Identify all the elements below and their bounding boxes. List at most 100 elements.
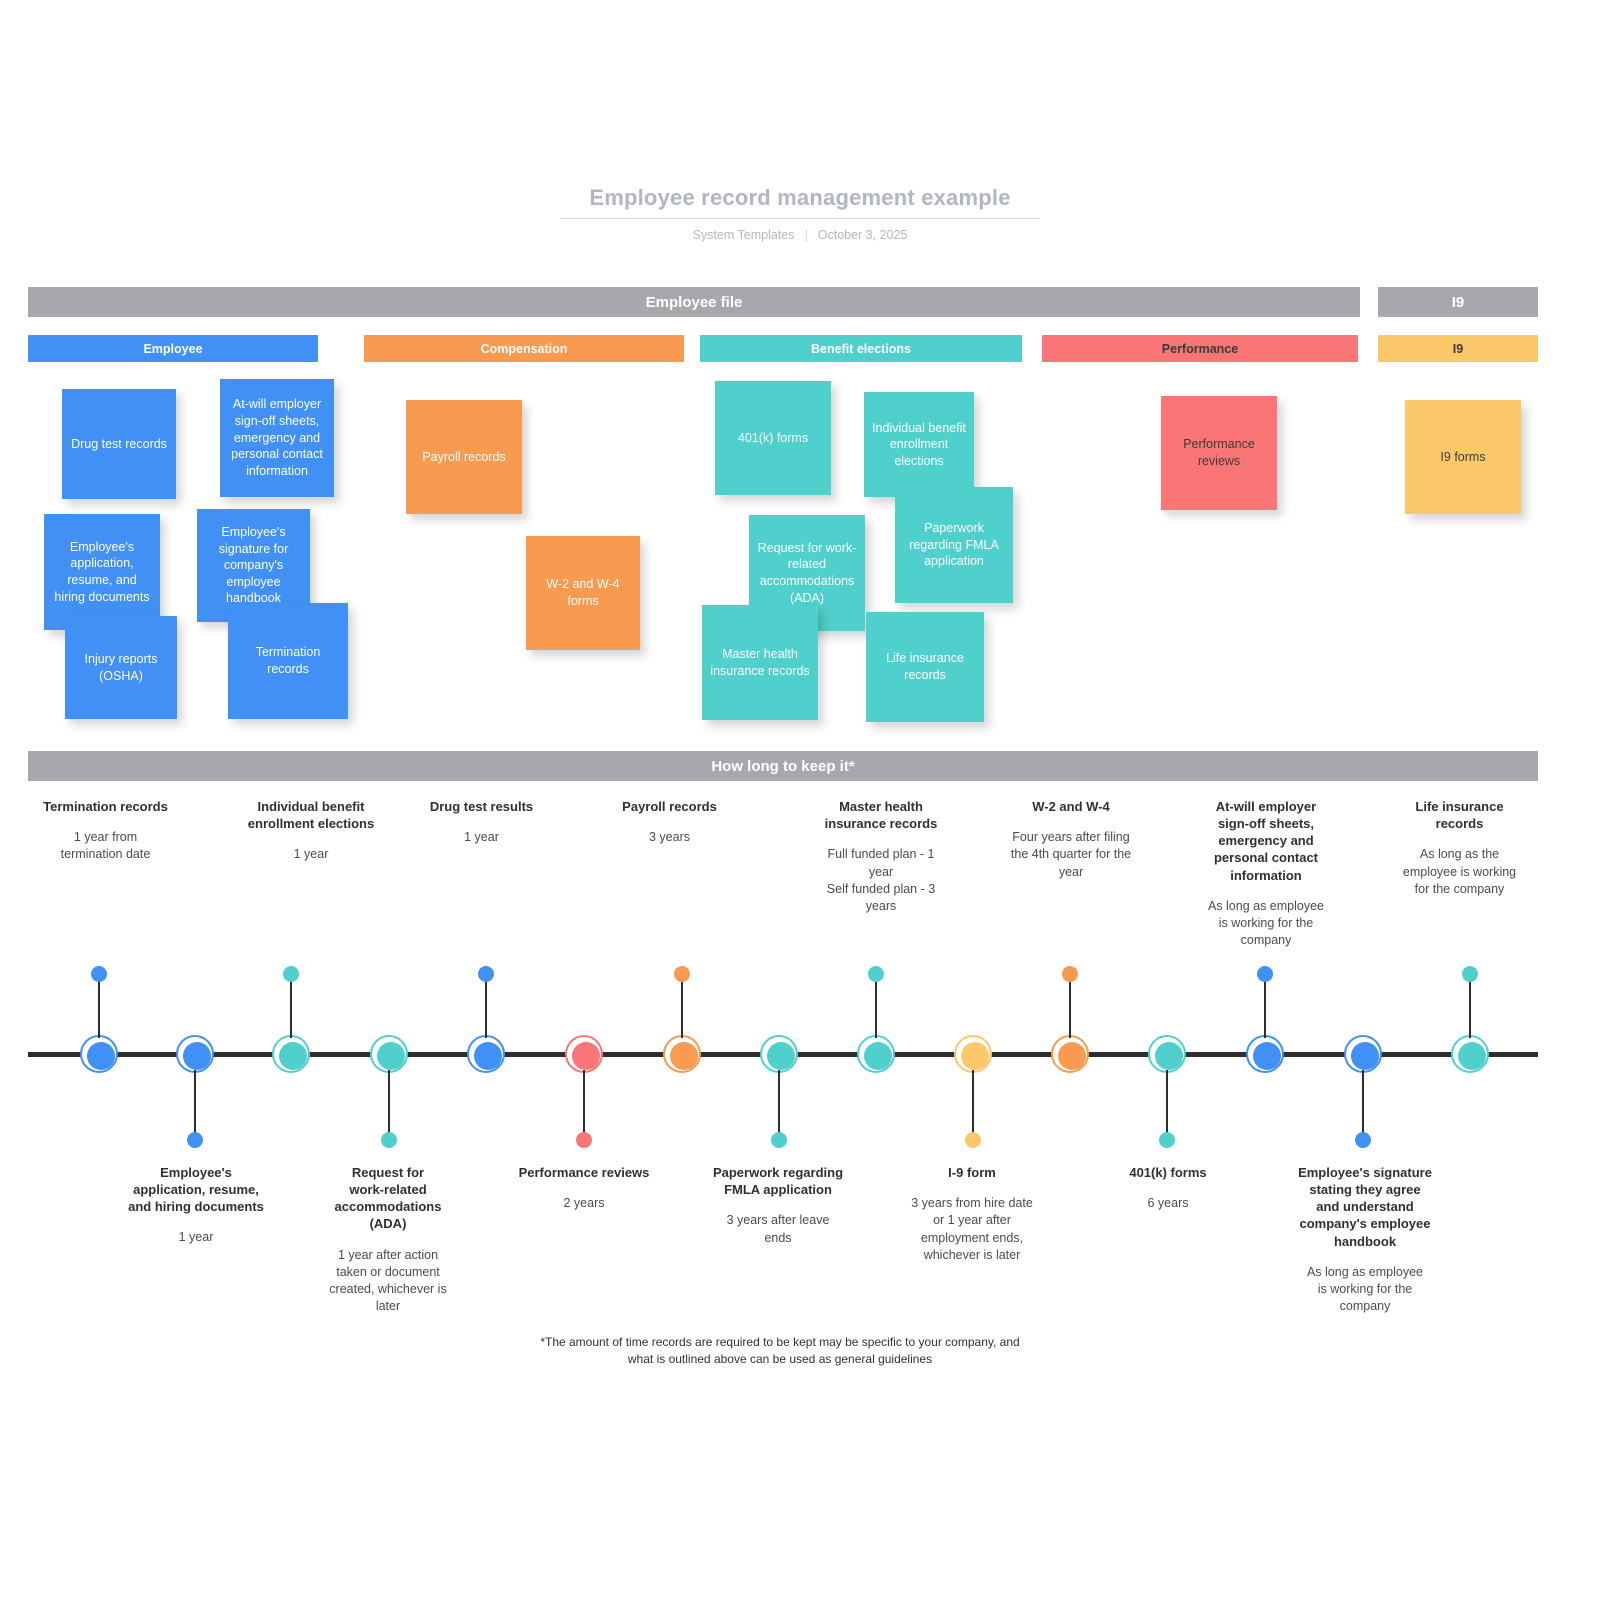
- author-label: System Templates: [692, 228, 795, 242]
- retention-item-title: Individual benefit enrollment elections: [247, 799, 375, 832]
- retention-item-duration: 6 years: [1147, 1196, 1189, 1211]
- timeline-marker[interactable]: [1148, 1035, 1186, 1073]
- timeline-connector: [681, 980, 683, 1038]
- retention-item-title: Payroll records: [622, 799, 717, 814]
- sticky-note[interactable]: W-2 and W-4 forms: [526, 536, 640, 650]
- timeline-marker-core: [279, 1042, 307, 1070]
- retention-item: Performance reviews 2 years: [496, 1164, 672, 1212]
- timeline-connector: [1069, 980, 1071, 1038]
- title-subline: System Templates | October 3, 2025: [560, 228, 1040, 242]
- category-i9-label: I9: [1452, 341, 1464, 356]
- footnote: *The amount of time records are required…: [540, 1335, 1020, 1367]
- timeline-connector: [1264, 980, 1266, 1038]
- sticky-note[interactable]: Drug test records: [62, 389, 176, 499]
- retention-item-title: At-will employer sign-off sheets, emerge…: [1213, 799, 1319, 883]
- timeline-marker[interactable]: [467, 1035, 505, 1073]
- retention-item-title: Employee's signature stating they agree …: [1298, 1165, 1432, 1249]
- retention-item-duration: 3 years: [649, 830, 690, 845]
- timeline-marker[interactable]: [1451, 1035, 1489, 1073]
- timeline-marker-core: [474, 1042, 502, 1070]
- retention-item-title: W-2 and W-4: [1032, 799, 1110, 814]
- sticky-note[interactable]: 401(k) forms: [715, 381, 831, 495]
- timeline-endpoint-dot: [1355, 1132, 1371, 1148]
- timeline-marker[interactable]: [663, 1035, 701, 1073]
- timeline-connector: [485, 980, 487, 1038]
- category-employee[interactable]: Employee: [28, 335, 318, 362]
- retention-item-duration: As long as the employee is working for t…: [1402, 847, 1517, 896]
- timeline-marker-core: [183, 1042, 211, 1070]
- retention-item-duration: 1 year from termination date: [60, 830, 151, 862]
- sticky-note[interactable]: Employee's application, resume, and hiri…: [44, 514, 160, 630]
- timeline-marker[interactable]: [565, 1035, 603, 1073]
- timeline-marker[interactable]: [1051, 1035, 1089, 1073]
- retention-item: At-will employer sign-off sheets, emerge…: [1176, 798, 1356, 950]
- retention-item: Request for work-related accommodations …: [300, 1164, 476, 1316]
- timeline-marker[interactable]: [176, 1035, 214, 1073]
- timeline-marker-core: [572, 1042, 600, 1070]
- timeline-marker[interactable]: [1344, 1035, 1382, 1073]
- timeline-endpoint-dot: [478, 966, 494, 982]
- retention-item: I-9 form 3 years from hire date or 1 year…: [884, 1164, 1060, 1264]
- category-performance[interactable]: Performance: [1042, 335, 1358, 362]
- timeline-marker[interactable]: [272, 1035, 310, 1073]
- retention-item-title: I-9 form: [948, 1165, 996, 1180]
- timeline-endpoint-dot: [381, 1132, 397, 1148]
- band-i9: I9: [1378, 287, 1538, 317]
- timeline-endpoint-dot: [283, 966, 299, 982]
- retention-item-duration: Four years after filing the 4th quarter …: [1010, 830, 1132, 879]
- timeline-endpoint-dot: [1159, 1132, 1175, 1148]
- band-employee-file: Employee file: [28, 287, 1360, 317]
- retention-item-duration: 3 years from hire date or 1 year after e…: [911, 1196, 1033, 1262]
- retention-item: Individual benefit enrollment elections 1…: [216, 798, 406, 864]
- retention-item-title: Employee's application, resume, and hiri…: [128, 1165, 264, 1215]
- category-benefit-elections-label: Benefit elections: [810, 341, 912, 356]
- timeline-endpoint-dot: [965, 1132, 981, 1148]
- timeline-marker[interactable]: [1246, 1035, 1284, 1073]
- timeline-connector: [583, 1070, 585, 1138]
- timeline-marker[interactable]: [80, 1035, 118, 1073]
- timeline-endpoint-dot: [1462, 966, 1478, 982]
- sticky-note[interactable]: Master health insurance records: [702, 605, 818, 720]
- timeline-connector: [972, 1070, 974, 1138]
- sticky-note[interactable]: Injury reports (OSHA): [65, 616, 177, 719]
- timeline-endpoint-dot: [576, 1132, 592, 1148]
- retention-item-title: 401(k) forms: [1129, 1165, 1207, 1180]
- timeline-endpoint-dot: [771, 1132, 787, 1148]
- retention-item: Paperwork regarding FMLA application 3 ye…: [690, 1164, 866, 1247]
- sticky-note[interactable]: Termination records: [228, 603, 348, 719]
- timeline-marker[interactable]: [370, 1035, 408, 1073]
- retention-item-title: Termination records: [43, 799, 168, 814]
- retention-item-duration: Full funded plan - 1 year Self funded pl…: [826, 847, 936, 914]
- retention-item-duration: 1 year after action taken or document cr…: [329, 1247, 447, 1314]
- retention-item-title: Life insurance records: [1415, 799, 1504, 832]
- timeline-connector: [98, 980, 100, 1038]
- retention-item-duration: 3 years after leave ends: [726, 1213, 830, 1245]
- sticky-note[interactable]: Performance reviews: [1161, 396, 1277, 510]
- category-compensation[interactable]: Compensation: [364, 335, 684, 362]
- band-how-long-label: How long to keep it*: [711, 757, 855, 775]
- category-benefit-elections[interactable]: Benefit elections: [700, 335, 1022, 362]
- timeline-marker-core: [87, 1042, 115, 1070]
- sticky-note[interactable]: Individual benefit enrollment elections: [864, 392, 974, 497]
- timeline-endpoint-dot: [91, 966, 107, 982]
- sticky-note[interactable]: Paperwork regarding FMLA application: [895, 487, 1013, 603]
- timeline-connector: [778, 1070, 780, 1138]
- timeline-marker-core: [377, 1042, 405, 1070]
- diagram-canvas: Employee record management example Syste…: [0, 0, 1600, 1600]
- timeline-marker[interactable]: [954, 1035, 992, 1073]
- retention-item-duration: As long as employee is working for the c…: [1207, 898, 1325, 948]
- retention-item-title: Master health insurance records: [824, 799, 938, 832]
- timeline-connector: [1469, 980, 1471, 1038]
- retention-item-duration: 1 year: [178, 1230, 214, 1245]
- page-title: Employee record management example: [560, 185, 1040, 219]
- sticky-note[interactable]: I9 forms: [1405, 400, 1521, 514]
- retention-item-title: Paperwork regarding FMLA application: [712, 1165, 844, 1198]
- timeline-marker-core: [864, 1042, 892, 1070]
- timeline-marker[interactable]: [857, 1035, 895, 1073]
- sticky-note[interactable]: At-will employer sign-off sheets, emerge…: [220, 379, 334, 497]
- timeline-marker-core: [1253, 1042, 1281, 1070]
- category-i9[interactable]: I9: [1378, 335, 1538, 362]
- sticky-note[interactable]: Life insurance records: [866, 612, 984, 722]
- sticky-note[interactable]: Payroll records: [406, 400, 522, 514]
- timeline-marker[interactable]: [760, 1035, 798, 1073]
